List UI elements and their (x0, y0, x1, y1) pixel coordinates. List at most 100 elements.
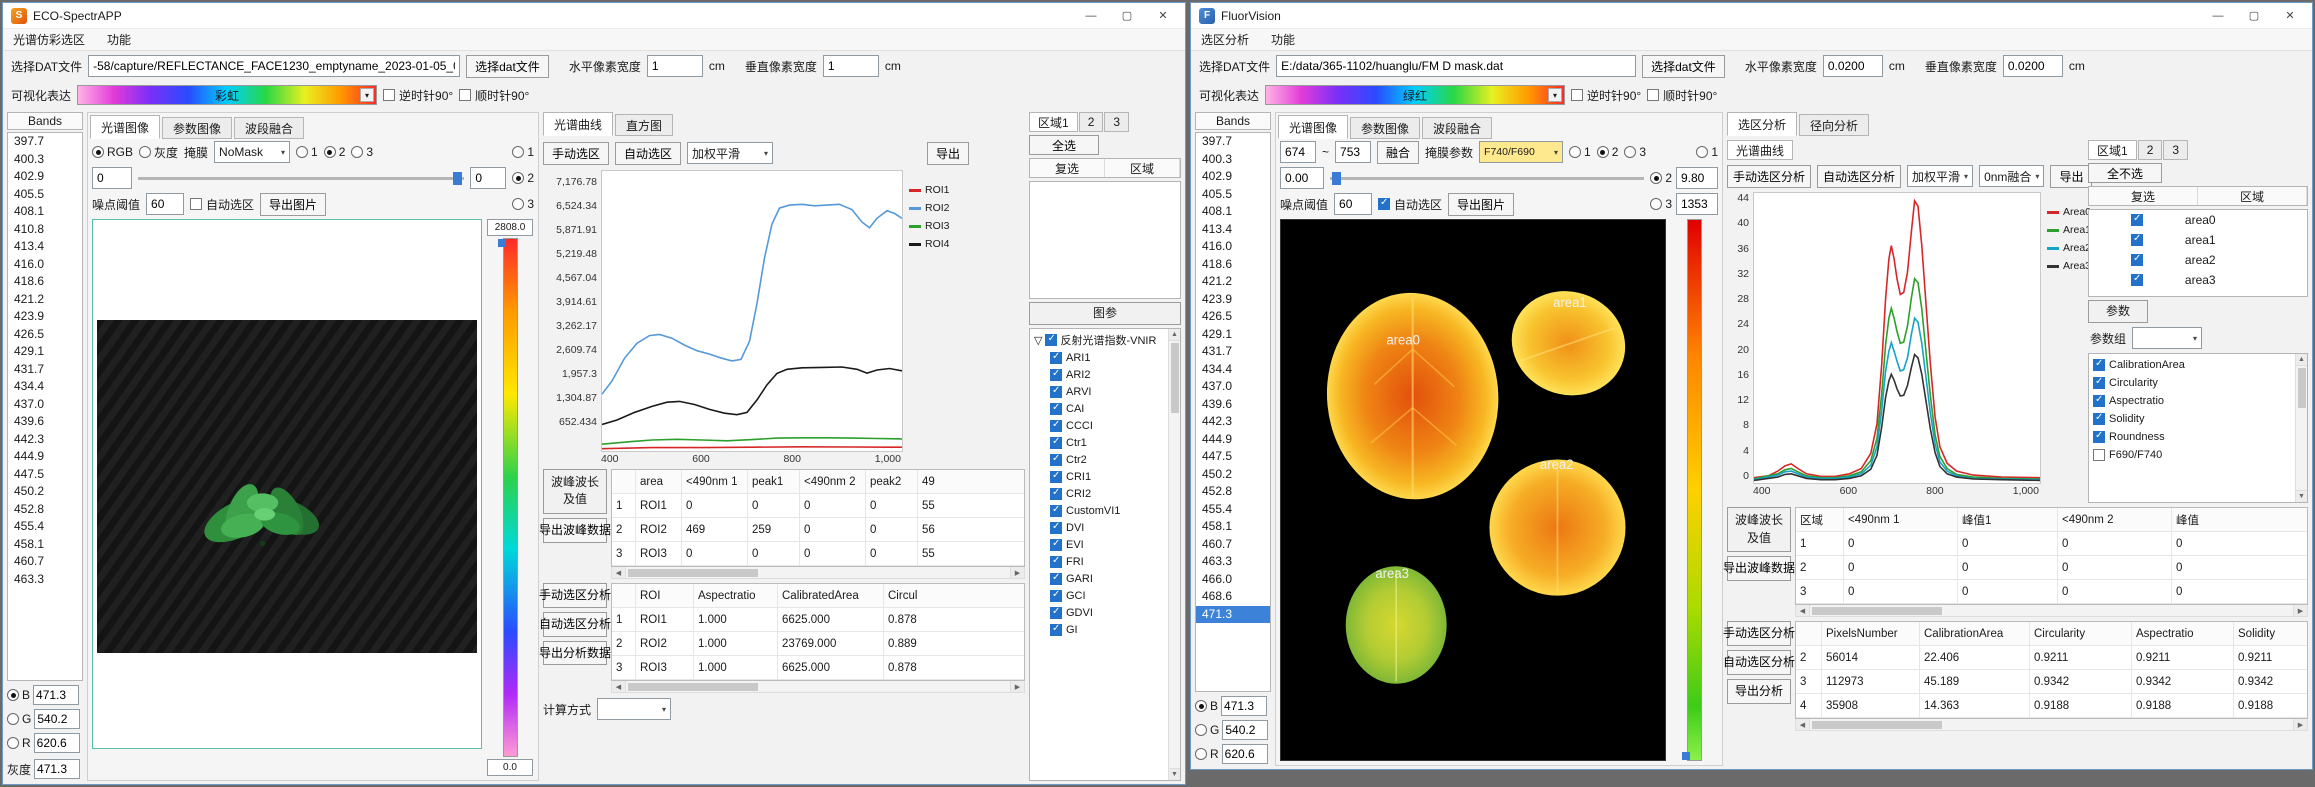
peak-table-row[interactable]: 1ROI1000055 (612, 494, 1024, 518)
channel-radio[interactable] (7, 689, 19, 701)
index-checkbox[interactable] (1050, 607, 1062, 619)
tab-histogram[interactable]: 直方图 (615, 114, 673, 136)
index-checkbox[interactable] (1050, 454, 1062, 466)
colorbar-max-input[interactable] (1676, 193, 1718, 215)
auto-select-checkbox[interactable]: 自动选区 (190, 196, 254, 213)
index-checkbox-item[interactable]: Ctr1 (1034, 434, 1168, 451)
manual-select-button[interactable]: 手动选区 (543, 142, 609, 165)
rotate-cw-checkbox[interactable]: 顺时针90° (459, 87, 529, 104)
region-list-item[interactable]: area3 (2089, 270, 2307, 290)
band-item[interactable]: 444.9 (1196, 431, 1270, 449)
rotate-cw-checkbox[interactable]: 顺时针90° (1647, 87, 1717, 104)
noise-threshold-input[interactable] (146, 193, 184, 215)
index-checkbox[interactable] (1050, 420, 1062, 432)
scrollbar-thumb[interactable] (1812, 607, 1942, 615)
maximize-button[interactable]: ▢ (1109, 4, 1145, 28)
index-checkbox-item[interactable]: CRI2 (1034, 485, 1168, 502)
peak-table-row[interactable]: 30000 (1796, 580, 2307, 604)
menu-spectral-selection[interactable]: 光谱仿彩选区 (13, 31, 85, 48)
auto-region-analysis-button[interactable]: 自动选区分析 (543, 612, 607, 637)
analysis-table[interactable]: ROIAspectratioCalibratedAreaCircul 1ROI1… (611, 583, 1025, 681)
colorbar[interactable] (1687, 219, 1702, 761)
manual-region-analysis-button[interactable]: 手动选区分析 (543, 583, 607, 608)
manual-region-analysis-button[interactable]: 手动选区分析 (1727, 621, 1791, 646)
chevron-down-icon[interactable]: ▾ (1548, 88, 1562, 102)
band-item[interactable]: 447.5 (8, 466, 82, 484)
channel-radio[interactable] (7, 713, 19, 725)
mask-param-dropdown[interactable]: F740/F690▾ (1479, 141, 1563, 163)
view-mode-1-radio[interactable]: 1 (1569, 145, 1591, 159)
rgb-radio[interactable]: RGB (92, 145, 133, 159)
band-item[interactable]: 416.0 (8, 256, 82, 274)
band-item[interactable]: 397.7 (1196, 133, 1270, 151)
parameter-item[interactable]: Aspectratio (2093, 392, 2295, 410)
dat-file-path-input[interactable] (1276, 55, 1636, 77)
mask-dropdown[interactable]: NoMask▾ (214, 141, 290, 163)
band-item[interactable]: 429.1 (8, 343, 82, 361)
parameter-item[interactable]: Circularity (2093, 374, 2295, 392)
chart-plot-area[interactable] (601, 170, 903, 452)
channel-row[interactable]: R (7, 731, 83, 755)
tab-radial-analysis[interactable]: 径向分析 (1799, 114, 1869, 136)
scrollbar-thumb[interactable] (2298, 368, 2306, 408)
index-checkbox-item[interactable]: ARVI (1034, 383, 1168, 400)
index-checkbox[interactable] (1050, 471, 1062, 483)
peak-table[interactable]: 区域<490nm 1峰值1<490nm 2峰值 10000 20000 (1795, 507, 2308, 605)
band-item[interactable]: 410.8 (8, 221, 82, 239)
band-item[interactable]: 460.7 (1196, 536, 1270, 554)
v-pixel-width-input[interactable] (2003, 55, 2063, 77)
colormap-select[interactable]: 绿红 ▾ (1265, 85, 1565, 105)
region-tab-3[interactable]: 3 (2163, 140, 2188, 160)
colorbar-handle[interactable] (498, 239, 506, 247)
band-item[interactable]: 463.3 (1196, 553, 1270, 571)
band-item[interactable]: 413.4 (8, 238, 82, 256)
parameter-item[interactable]: Solidity (2093, 410, 2295, 428)
parameter-checkbox[interactable] (2093, 395, 2105, 407)
spectral-image-view[interactable] (92, 219, 482, 749)
index-checkbox[interactable] (1050, 522, 1062, 534)
export-analysis-data-button[interactable]: 导出分析数据 (543, 641, 607, 666)
view-mode-2-radio[interactable]: 2 (1597, 145, 1619, 159)
index-checkbox[interactable] (1050, 403, 1062, 415)
scroll-up-icon[interactable]: ▲ (1169, 329, 1180, 341)
band-item[interactable]: 455.4 (1196, 501, 1270, 519)
maximize-button[interactable]: ▢ (2236, 4, 2272, 28)
index-checkbox[interactable] (1050, 590, 1062, 602)
index-checkbox-item[interactable]: GI (1034, 621, 1168, 638)
peak-table-row[interactable]: 20000 (1796, 556, 2307, 580)
index-checkbox-item[interactable]: GCI (1034, 587, 1168, 604)
index-checkbox-item[interactable]: DVI (1034, 519, 1168, 536)
channel-band-input[interactable] (34, 709, 80, 729)
subtab-spectral-curve[interactable]: 光谱曲线 (1727, 140, 1793, 160)
bands-list[interactable]: 397.7400.3402.9405.5408.1413.4416.0418.6… (1195, 132, 1271, 692)
index-checkbox-item[interactable]: CCCI (1034, 417, 1168, 434)
band-item[interactable]: 426.5 (1196, 308, 1270, 326)
analysis-table-row[interactable]: 1ROI11.0006625.0000.878 (612, 608, 1024, 632)
index-checkbox-item[interactable]: CAI (1034, 400, 1168, 417)
parameter-item[interactable]: CalibrationArea (2093, 356, 2295, 374)
display-3-radio[interactable]: 3 (512, 197, 534, 211)
parameter-item[interactable]: Roundness (2093, 428, 2295, 446)
region-tab-2[interactable]: 2 (2138, 140, 2163, 160)
display-2-radio[interactable]: 2 (512, 171, 534, 185)
threshold-slider[interactable] (138, 169, 464, 187)
display-3-radio[interactable]: 3 (1650, 197, 1672, 211)
region-checkbox[interactable] (2131, 254, 2143, 266)
region-list[interactable] (1029, 181, 1181, 299)
index-checkbox[interactable] (1050, 386, 1062, 398)
analysis-table-row[interactable]: 43590814.3630.91880.91880.9188 (1796, 694, 2307, 718)
tab-spectral-image[interactable]: 光谱图像 (90, 115, 160, 139)
parameter-checkbox[interactable] (2093, 413, 2105, 425)
minimize-button[interactable]: — (1073, 4, 1109, 28)
horizontal-scrollbar[interactable]: ◀ ▶ (1795, 719, 2308, 731)
channel-row[interactable]: B (1195, 694, 1271, 718)
colormap-select[interactable]: 彩虹 ▾ (77, 85, 377, 105)
band-item[interactable]: 408.1 (1196, 203, 1270, 221)
fuse-button[interactable]: 融合 (1377, 141, 1419, 164)
threshold-max-input[interactable] (1676, 167, 1718, 189)
scrollbar-thumb[interactable] (1812, 721, 1942, 729)
scroll-down-icon[interactable]: ▼ (2296, 490, 2307, 502)
auto-region-analysis-button[interactable]: 自动选区分析 (1817, 165, 1901, 188)
band-item-selected[interactable]: 471.3 (1196, 606, 1270, 624)
tree-root-node[interactable]: ▽ 反射光谱指数-VNIR (1034, 331, 1168, 349)
